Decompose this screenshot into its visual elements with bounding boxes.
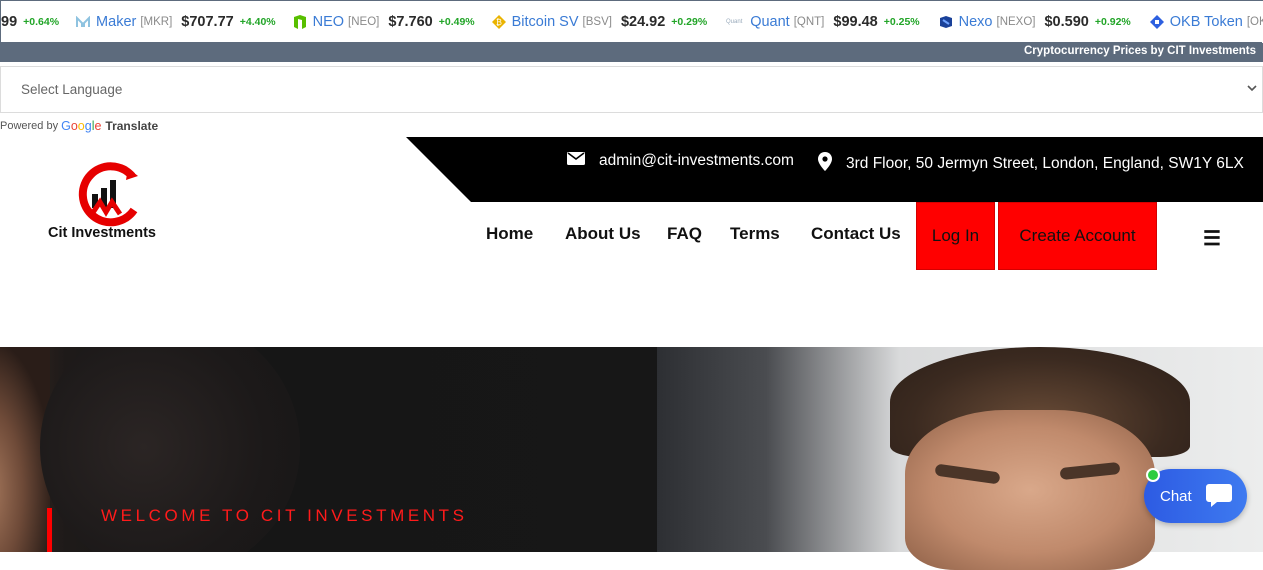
ticker-symbol: [MKR]	[140, 16, 173, 28]
ticker-name: OKB Token	[1169, 14, 1243, 30]
okb-icon	[1149, 14, 1165, 30]
bitcoin-sv-icon: ₿	[491, 14, 507, 30]
create-account-button[interactable]: Create Account	[998, 202, 1157, 270]
quant-icon: Quant	[726, 19, 743, 25]
login-button[interactable]: Log In	[916, 202, 995, 270]
brand-name[interactable]: Cit Investments	[48, 225, 156, 241]
nav-about-us[interactable]: About Us	[565, 224, 641, 244]
ticker-change: +4.40%	[239, 16, 276, 28]
ticker-name: Maker	[96, 14, 137, 30]
ticker-name: NEO	[312, 14, 345, 30]
nav-contact-us[interactable]: Contact Us	[811, 224, 901, 244]
ticker-change: +0.64%	[23, 16, 60, 28]
nav-terms[interactable]: Terms	[730, 224, 780, 244]
ticker-change: +0.25%	[883, 16, 920, 28]
hero-accent-bar	[47, 508, 52, 552]
ticker-item-lead[interactable]: 99 +0.64%	[1, 14, 59, 30]
google-logo[interactable]: Google	[61, 119, 101, 133]
hero-man-face	[905, 410, 1155, 570]
google-letter: g	[84, 119, 92, 133]
ticker-symbol: [NEO]	[348, 16, 380, 28]
ticker-item-nexo[interactable]: Nexo [NEXO] $0.590 +0.92%	[938, 14, 1131, 30]
contact-address-text: 3rd Floor, 50 Jermyn Street, London, Eng…	[846, 155, 1244, 172]
ticker-symbol: [BSV]	[582, 16, 612, 28]
nav-faq[interactable]: FAQ	[667, 224, 702, 244]
powered-by-text: Powered by	[0, 120, 59, 132]
svg-text:₿: ₿	[496, 18, 502, 27]
google-translate-credit: Powered by Google Translate	[0, 119, 158, 133]
chat-label: Chat	[1160, 487, 1192, 505]
ticker-credit[interactable]: Cryptocurrency Prices by CIT Investments	[1, 42, 1262, 62]
nav-home[interactable]: Home	[486, 224, 533, 244]
ticker-name: Bitcoin SV	[511, 14, 579, 30]
map-pin-icon	[818, 152, 832, 176]
ticker-item-bitcoin-sv[interactable]: ₿ Bitcoin SV [BSV] $24.92 +0.29%	[491, 14, 708, 30]
chevron-down-icon	[1247, 81, 1257, 95]
chat-bubble-icon	[1204, 480, 1234, 510]
translate-text: Translate	[105, 119, 159, 133]
contact-address: 3rd Floor, 50 Jermyn Street, London, Eng…	[818, 152, 1244, 176]
neo-icon	[292, 14, 308, 30]
ticker-price: $24.92	[620, 14, 666, 30]
ticker-price: $0.590	[1044, 14, 1089, 30]
online-status-dot	[1146, 468, 1160, 482]
ticker-name: Nexo	[958, 14, 993, 30]
crypto-ticker: 99 +0.64% Maker [MKR] $707.77 +4.40% NEO…	[0, 0, 1263, 62]
ticker-price: $707.77	[181, 14, 234, 30]
ticker-item-maker[interactable]: Maker [MKR] $707.77 +4.40%	[75, 14, 276, 30]
ticker-symbol: [OKB]	[1246, 16, 1263, 28]
maker-icon	[75, 14, 91, 30]
ticker-item-quant[interactable]: Quant Quant [QNT] $99.48 +0.25%	[723, 14, 920, 30]
ticker-change: +0.49%	[438, 16, 475, 28]
ticker-change: +0.29%	[671, 16, 708, 28]
ticker-item-neo[interactable]: NEO [NEO] $7.760 +0.49%	[292, 14, 475, 30]
contact-email-text: admin@cit-investments.com	[599, 152, 794, 169]
ticker-change: +0.92%	[1094, 16, 1131, 28]
google-letter: o	[70, 119, 78, 133]
google-letter: o	[77, 119, 85, 133]
ticker-symbol: [QNT]	[793, 16, 825, 28]
google-letter: G	[61, 119, 71, 133]
language-select[interactable]: Select Language	[0, 66, 1263, 113]
ticker-symbol: [NEXO]	[996, 16, 1036, 28]
ticker-price: $99.48	[833, 14, 878, 30]
nexo-icon	[938, 14, 954, 30]
ticker-price: $7.760	[388, 14, 433, 30]
hero-welcome-text: WELCOME TO CIT INVESTMENTS	[101, 506, 468, 525]
ticker-item-okb[interactable]: OKB Token [OKB]	[1149, 14, 1263, 30]
ticker-price: 99	[1, 14, 18, 30]
contact-email[interactable]: admin@cit-investments.com	[567, 152, 794, 170]
language-select-placeholder: Select Language	[21, 82, 123, 97]
ticker-name: Quant	[750, 14, 790, 30]
hamburger-menu-icon[interactable]: ☰	[1203, 226, 1221, 251]
envelope-icon	[567, 152, 585, 170]
ticker-row: 99 +0.64% Maker [MKR] $707.77 +4.40% NEO…	[1, 1, 1263, 43]
google-letter: e	[94, 119, 102, 133]
